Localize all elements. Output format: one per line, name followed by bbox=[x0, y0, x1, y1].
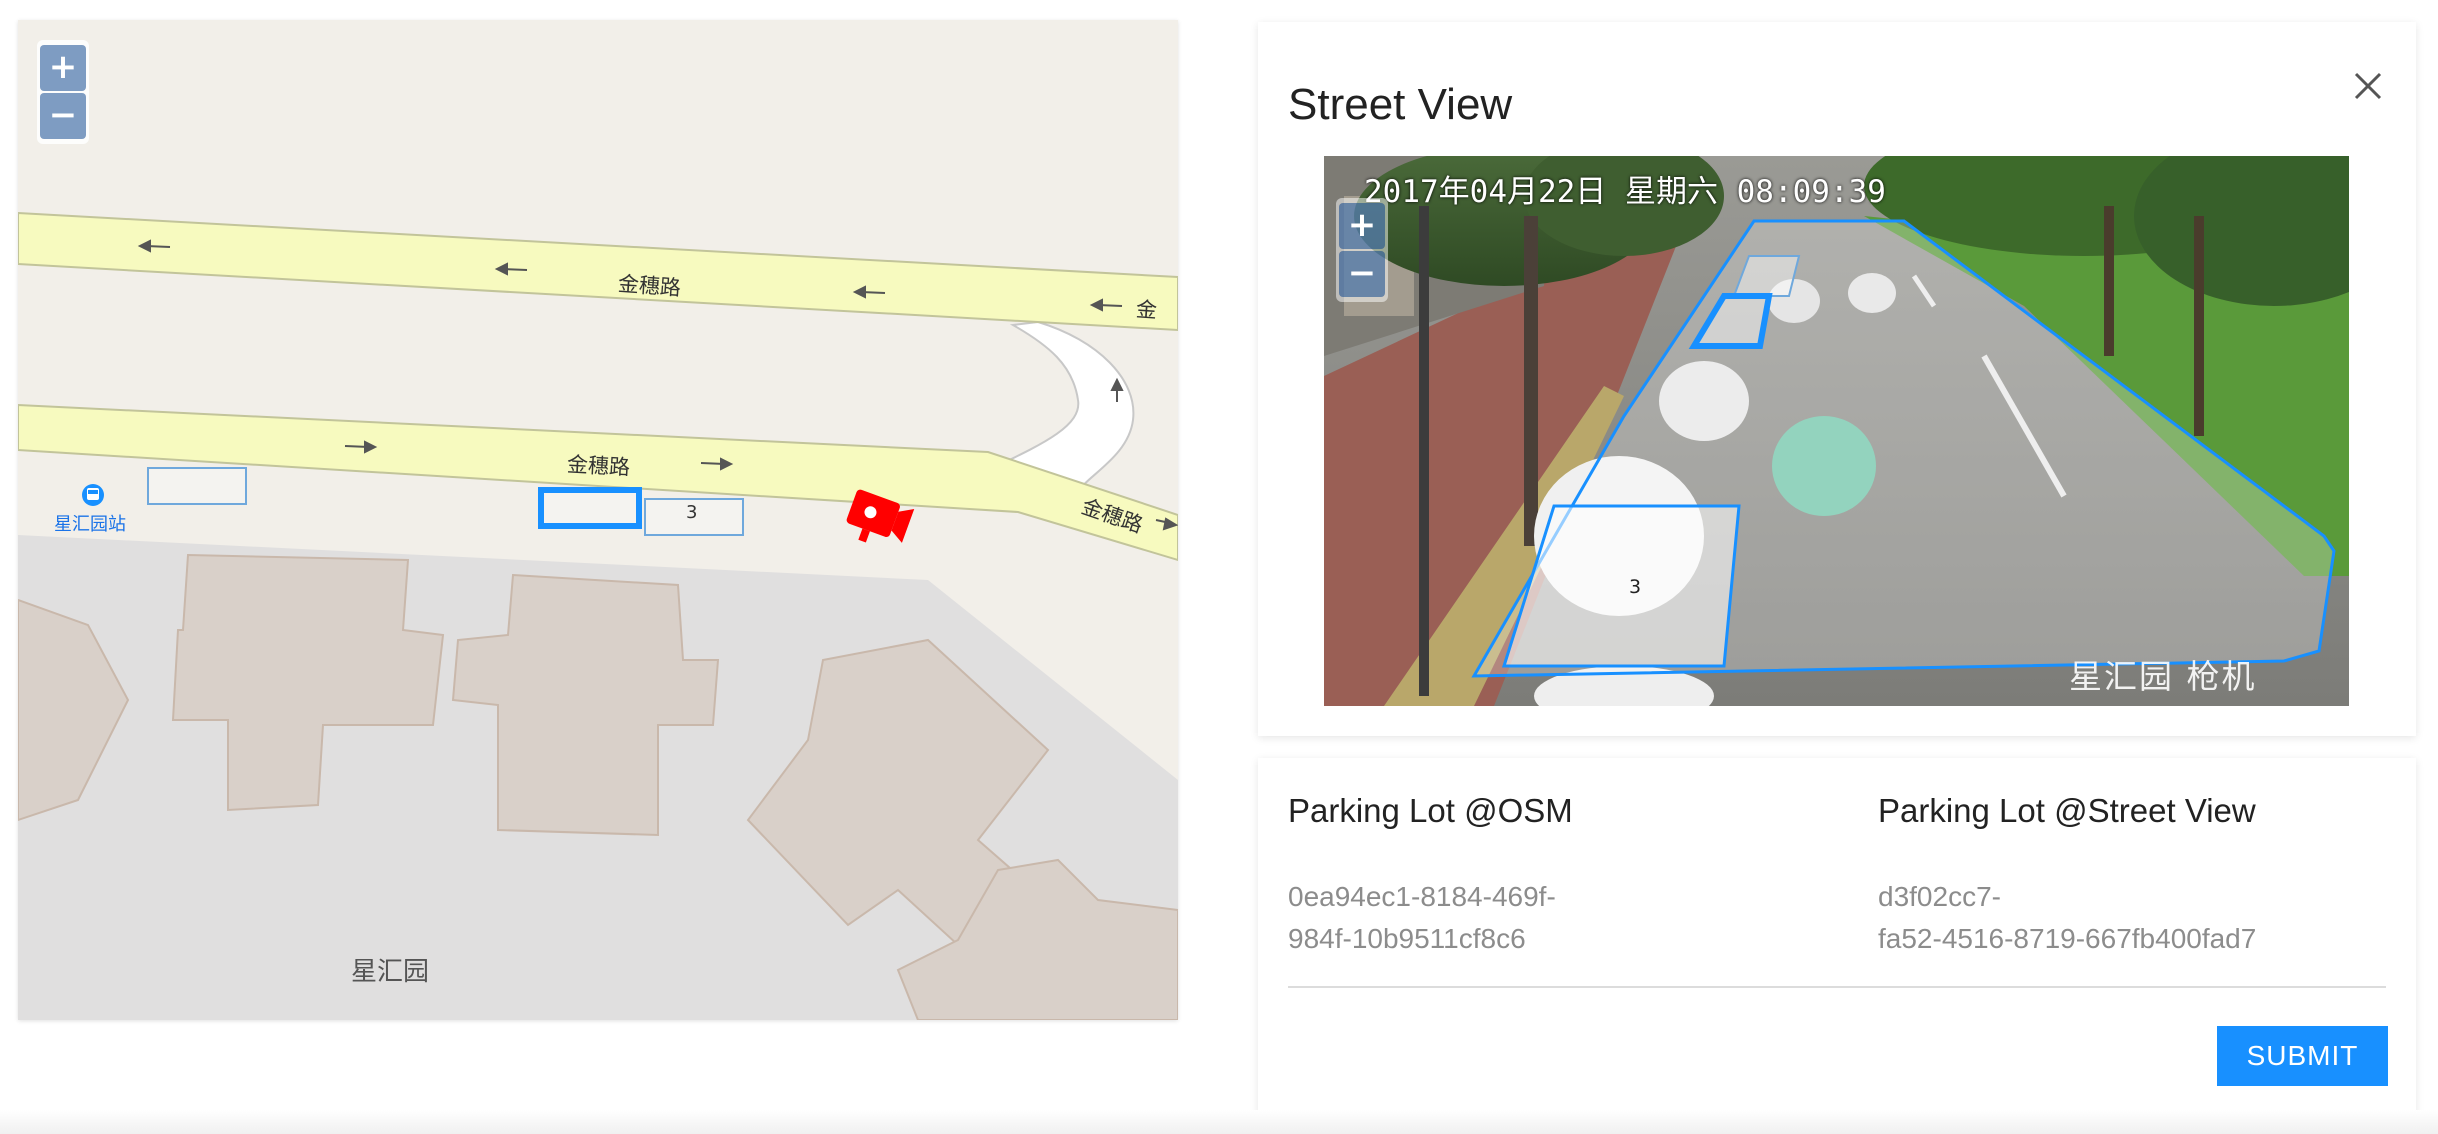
osm-lot-id-line1: 0ea94ec1-8184-469f- bbox=[1288, 881, 1556, 912]
street-view-lot-label: Parking Lot @Street View bbox=[1878, 792, 2256, 829]
parking-lot bbox=[147, 467, 247, 505]
street-view-title: Street View bbox=[1288, 80, 1513, 129]
parking-lot-number: 3 bbox=[686, 502, 698, 523]
road-label: 金穗路 bbox=[617, 271, 682, 301]
street-view-card: Street View 2017年04月22日 星期六 08:09:39 星汇园… bbox=[1258, 22, 2416, 736]
parking-lot-selected bbox=[538, 487, 642, 529]
street-view-lot-id-line2: fa52-4516-8719-667fb400fad7 bbox=[1878, 923, 2257, 954]
osm-lot-column: Parking Lot @OSM 0ea94ec1-8184-469f- 984… bbox=[1288, 792, 1828, 960]
zoom-out-button[interactable]: − bbox=[40, 93, 86, 139]
parking-lot-number: 3 bbox=[1629, 576, 1642, 598]
submit-button[interactable]: SUBMIT bbox=[2217, 1026, 2388, 1086]
camera-caption: 星汇园 枪机 bbox=[2069, 657, 2257, 696]
camera-scene bbox=[1324, 156, 2349, 706]
close-icon[interactable] bbox=[2344, 62, 2392, 110]
parking-lot-card: Parking Lot @OSM 0ea94ec1-8184-469f- 984… bbox=[1258, 758, 2416, 1116]
camera-timestamp: 2017年04月22日 星期六 08:09:39 bbox=[1364, 174, 1886, 210]
page-footer-shade bbox=[0, 1110, 2438, 1134]
osm-lot-id-line2: 984f-10b9511cf8c6 bbox=[1288, 923, 1526, 954]
divider bbox=[1288, 986, 2386, 988]
street-view-zoom-control: + − bbox=[1336, 198, 1388, 302]
map-zoom-control: + − bbox=[37, 40, 89, 144]
bus-stop-label: 星汇园站 bbox=[54, 514, 126, 535]
street-view-image[interactable]: 2017年04月22日 星期六 08:09:39 星汇园 枪机 3 + − bbox=[1324, 156, 2349, 706]
road-upper bbox=[18, 211, 1178, 332]
street-view-lot-id-line1: d3f02cc7- bbox=[1878, 881, 2001, 912]
area-label: 星汇园 bbox=[351, 957, 430, 987]
road-label: 金 bbox=[1135, 297, 1158, 323]
zoom-in-button[interactable]: + bbox=[40, 45, 86, 91]
bus-stop-icon bbox=[82, 484, 104, 506]
street-view-lot-column: Parking Lot @Street View d3f02cc7- fa52-… bbox=[1878, 792, 2418, 960]
zoom-in-button[interactable]: + bbox=[1339, 203, 1385, 249]
osm-map[interactable] bbox=[18, 20, 1178, 1020]
osm-lot-label: Parking Lot @OSM bbox=[1288, 792, 1573, 829]
map-panel[interactable]: 金穗路 金 金穗路 金穗路 星汇园站 星汇园 3 + − bbox=[18, 20, 1178, 1020]
road-label: 金穗路 bbox=[566, 452, 631, 480]
zoom-out-button[interactable]: − bbox=[1339, 251, 1385, 297]
